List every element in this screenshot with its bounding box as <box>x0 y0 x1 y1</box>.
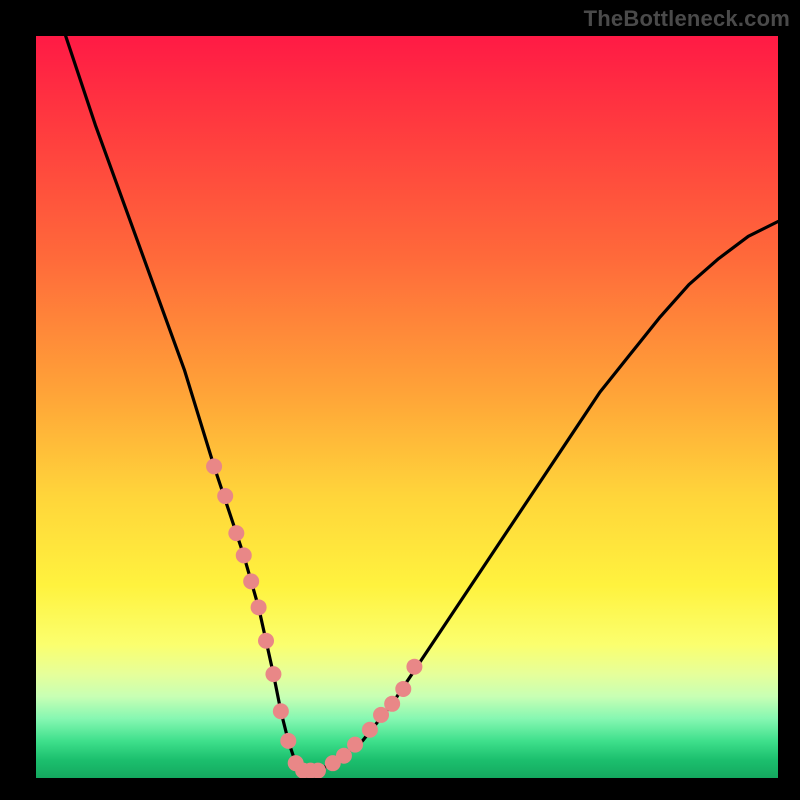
curve-marker <box>251 599 267 615</box>
curve-path <box>66 36 778 771</box>
curve-marker <box>206 458 222 474</box>
curve-marker <box>265 666 281 682</box>
watermark-text: TheBottleneck.com <box>584 6 790 32</box>
curve-marker <box>228 525 244 541</box>
curve-marker <box>280 733 296 749</box>
chart-frame: TheBottleneck.com <box>0 0 800 800</box>
plot-area <box>36 36 778 778</box>
curve-marker <box>236 547 252 563</box>
curve-marker <box>258 633 274 649</box>
curve-marker <box>347 737 363 753</box>
bottleneck-curve <box>36 36 778 778</box>
curve-marker <box>217 488 233 504</box>
curve-marker <box>395 681 411 697</box>
curve-marker <box>273 703 289 719</box>
curve-marker <box>310 763 326 778</box>
curve-marker <box>406 659 422 675</box>
curve-marker <box>243 573 259 589</box>
curve-marker <box>384 696 400 712</box>
curve-marker <box>362 722 378 738</box>
